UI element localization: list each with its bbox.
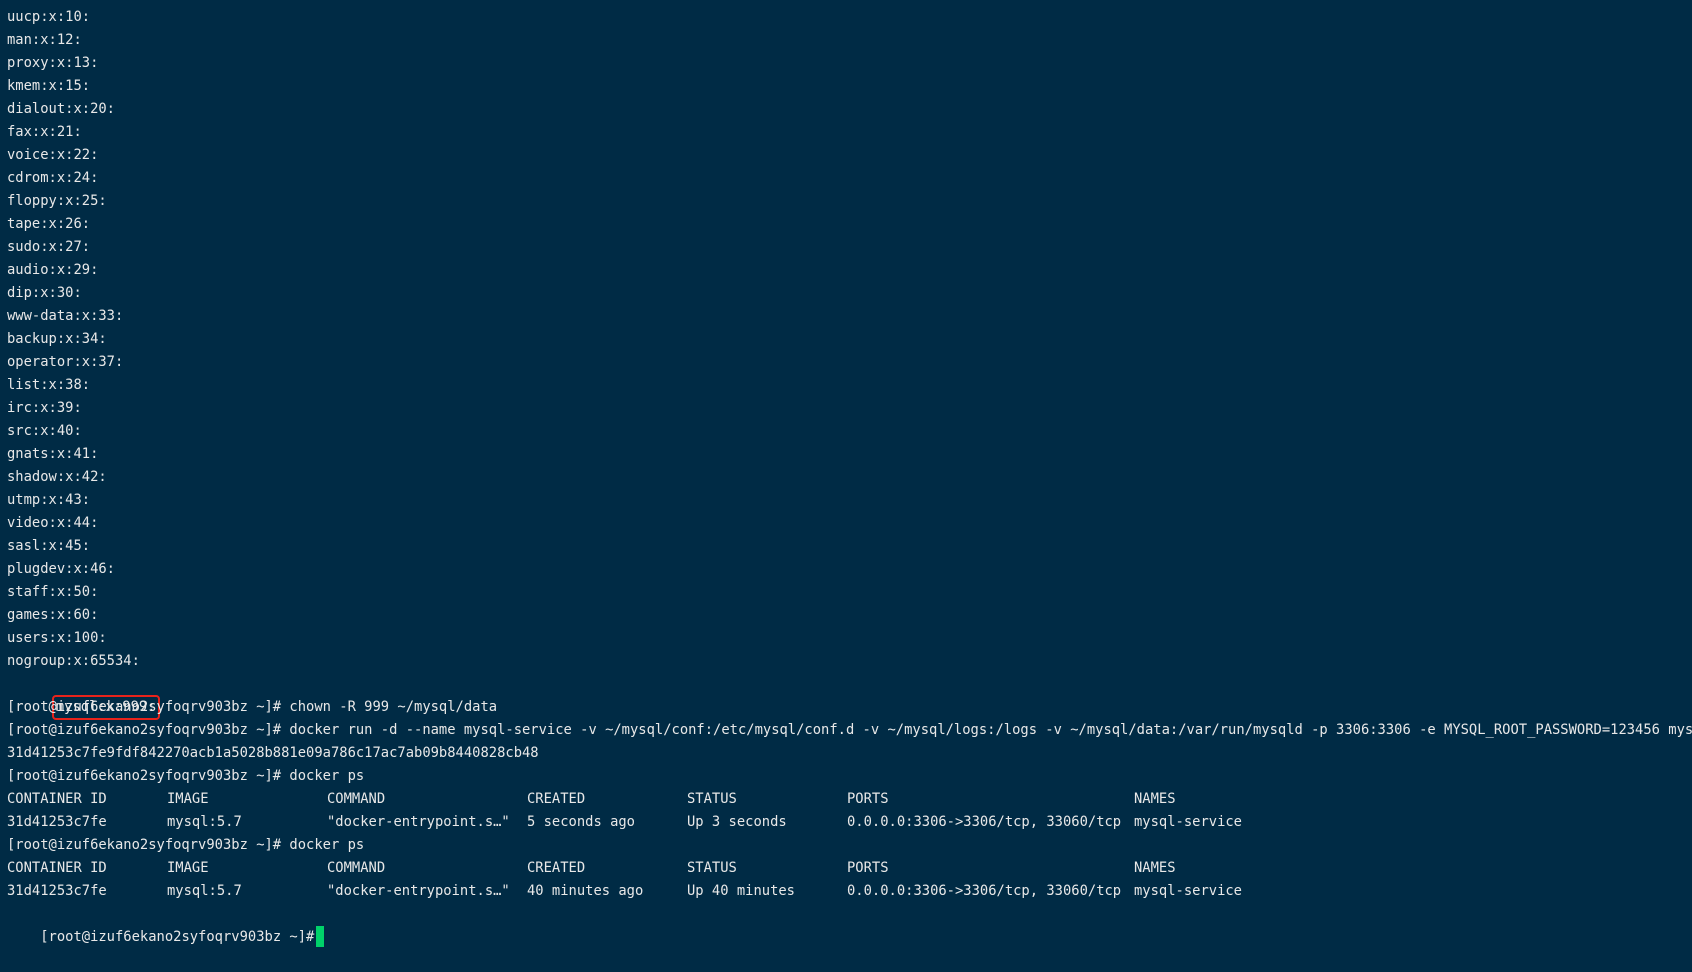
- output-line: voice:x:22:: [7, 147, 99, 163]
- output-line: video:x:44:: [7, 515, 99, 531]
- output-line: list:x:38:: [7, 377, 91, 393]
- output-line: shadow:x:42:: [7, 469, 107, 485]
- docker-ps-command-line: [root@izuf6ekano2syfoqrv903bz ~]# docker…: [7, 768, 365, 784]
- ps-cell-names: mysql-service: [1134, 814, 1242, 830]
- ps-header-created: CREATED: [527, 860, 586, 876]
- ps-header-container-id: CONTAINER ID: [7, 860, 107, 876]
- output-line: uucp:x:10:: [7, 9, 91, 25]
- ps-table-row: 31d41253c7fe mysql:5.7 "docker-entrypoin…: [7, 880, 1692, 903]
- ps-cell-image: mysql:5.7: [167, 883, 242, 899]
- output-line: tape:x:26:: [7, 216, 91, 232]
- ps-header-row: CONTAINER ID IMAGE COMMAND CREATED STATU…: [7, 788, 1692, 811]
- ps-table-row: 31d41253c7fe mysql:5.7 "docker-entrypoin…: [7, 811, 1692, 834]
- docker-run-command-line: [root@izuf6ekano2syfoqrv903bz ~]# docker…: [7, 722, 1692, 738]
- output-line: backup:x:34:: [7, 331, 107, 347]
- output-line: utmp:x:43:: [7, 492, 91, 508]
- ps-header-command: COMMAND: [327, 860, 386, 876]
- output-line: sudo:x:27:: [7, 239, 91, 255]
- output-line: operator:x:37:: [7, 354, 124, 370]
- output-line: games:x:60:: [7, 607, 99, 623]
- chown-command-line: [root@izuf6ekano2syfoqrv903bz ~]# chown …: [7, 699, 498, 715]
- ps-header-names: NAMES: [1134, 791, 1176, 807]
- current-prompt-line[interactable]: [root@izuf6ekano2syfoqrv903bz ~]#: [7, 903, 1692, 947]
- ps-cell-container-id: 31d41253c7fe: [7, 814, 107, 830]
- group-file-output: uucp:x:10: man:x:12: proxy:x:13: kmem:x:…: [7, 6, 1692, 720]
- output-line: kmem:x:15:: [7, 78, 91, 94]
- ps-header-created: CREATED: [527, 791, 586, 807]
- output-line: users:x:100:: [7, 630, 107, 646]
- terminal-window[interactable]: uucp:x:10: man:x:12: proxy:x:13: kmem:x:…: [0, 0, 1692, 947]
- ps-header-image: IMAGE: [167, 860, 209, 876]
- output-line: man:x:12:: [7, 32, 82, 48]
- output-line: audio:x:29:: [7, 262, 99, 278]
- ps-cell-command: "docker-entrypoint.s…": [327, 814, 510, 830]
- shell-prompt: [root@izuf6ekano2syfoqrv903bz ~]#: [40, 929, 315, 945]
- ps-header-ports: PORTS: [847, 860, 889, 876]
- terminal-cursor[interactable]: [316, 925, 325, 947]
- output-line: nogroup:x:65534:: [7, 653, 140, 669]
- output-line: staff:x:50:: [7, 584, 99, 600]
- ps-header-names: NAMES: [1134, 860, 1176, 876]
- ps-header-command: COMMAND: [327, 791, 386, 807]
- output-line: cdrom:x:24:: [7, 170, 99, 186]
- ps-header-status: STATUS: [687, 791, 737, 807]
- output-line: proxy:x:13:: [7, 55, 99, 71]
- container-id-output: 31d41253c7fe9fdf842270acb1a5028b881e09a7…: [7, 745, 539, 761]
- ps-header-status: STATUS: [687, 860, 737, 876]
- ps-cell-container-id: 31d41253c7fe: [7, 883, 107, 899]
- output-line: floppy:x:25:: [7, 193, 107, 209]
- output-line: plugdev:x:46:: [7, 561, 115, 577]
- ps-header-image: IMAGE: [167, 791, 209, 807]
- ps-header-container-id: CONTAINER ID: [7, 791, 107, 807]
- output-line: dip:x:30:: [7, 285, 82, 301]
- ps-cell-status: Up 3 seconds: [687, 814, 787, 830]
- output-line: irc:x:39:: [7, 400, 82, 416]
- ps-cell-created: 5 seconds ago: [527, 814, 635, 830]
- ps-cell-ports: 0.0.0.0:3306->3306/tcp, 33060/tcp: [847, 883, 1122, 899]
- output-line: gnats:x:41:: [7, 446, 99, 462]
- ps-cell-command: "docker-entrypoint.s…": [327, 883, 510, 899]
- ps-header-ports: PORTS: [847, 791, 889, 807]
- output-line: fax:x:21:: [7, 124, 82, 140]
- ps-header-row: CONTAINER ID IMAGE COMMAND CREATED STATU…: [7, 857, 1692, 880]
- output-line: src:x:40:: [7, 423, 82, 439]
- ps-cell-status: Up 40 minutes: [687, 883, 795, 899]
- output-line: sasl:x:45:: [7, 538, 91, 554]
- docker-ps-command-line: [root@izuf6ekano2syfoqrv903bz ~]# docker…: [7, 837, 365, 853]
- ps-cell-ports: 0.0.0.0:3306->3306/tcp, 33060/tcp: [847, 814, 1122, 830]
- ps-cell-created: 40 minutes ago: [527, 883, 644, 899]
- output-line: dialout:x:20:: [7, 101, 115, 117]
- output-line: www-data:x:33:: [7, 308, 124, 324]
- ps-cell-names: mysql-service: [1134, 883, 1242, 899]
- highlighted-output-line: mysql:x:999:: [7, 673, 1692, 720]
- ps-cell-image: mysql:5.7: [167, 814, 242, 830]
